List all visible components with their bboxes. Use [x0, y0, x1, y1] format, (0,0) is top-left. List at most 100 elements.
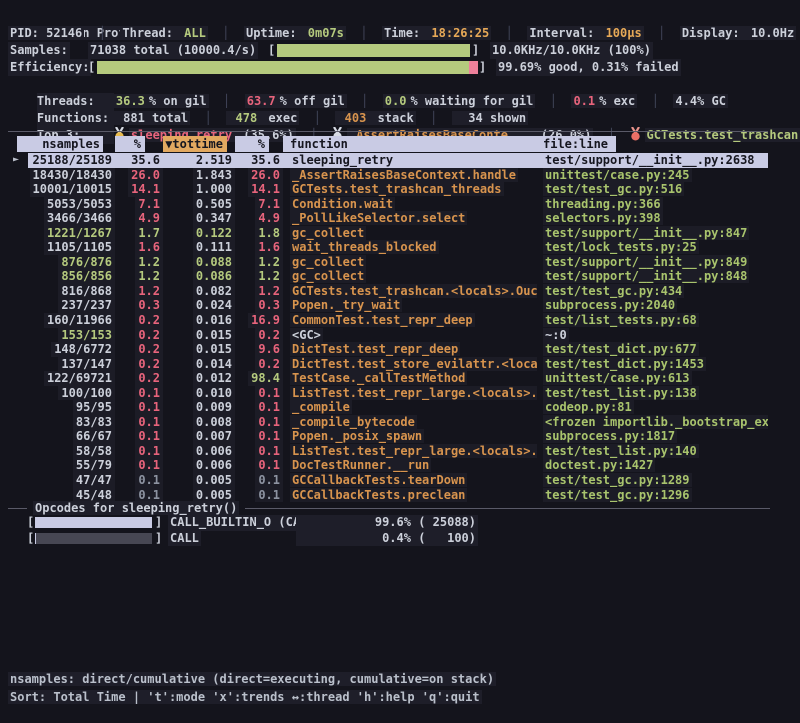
- cumulative-pct-cell-value: 16.9: [248, 313, 283, 328]
- column-header-nsamples[interactable]: nsamples: [28, 136, 115, 152]
- status-info-run: │: [491, 26, 527, 40]
- table-row[interactable]: 95/950.10.0090.1_compilecodeop.py:81: [0, 400, 768, 415]
- column-header-function[interactable]: function: [283, 136, 537, 152]
- fileline-cell-value: test/test_gc.py:1296: [543, 488, 692, 502]
- table-row[interactable]: 55/790.10.0060.1DocTestRunner.__rundocte…: [0, 458, 768, 473]
- table-row[interactable]: 816/8681.20.0821.2GCTests.test_trashcan.…: [0, 284, 768, 299]
- cumulative-pct-cell: 9.6: [235, 342, 283, 357]
- fileline-cell: test/test_gc.py:516: [537, 182, 768, 197]
- table-row[interactable]: 1221/12671.70.1221.8gc_collecttest/suppo…: [0, 226, 768, 241]
- tottime-cell: 0.016: [163, 313, 235, 328]
- table-row[interactable]: 45/480.10.0050.1GCCallbackTests.preclean…: [0, 488, 768, 503]
- status-info-run: 10.0Hz: [749, 26, 796, 40]
- table-row[interactable]: 83/830.10.0080.1_compile_bytecode<frozen…: [0, 415, 768, 430]
- table-row[interactable]: 3466/34664.90.3474.9_PollLikeSelector.se…: [0, 211, 768, 226]
- status-info-run: Time:: [382, 26, 429, 40]
- table-row[interactable]: 237/2370.30.0240.3Popen._try_waitsubproc…: [0, 298, 768, 313]
- fileline-cell-value: threading.py:366: [543, 197, 663, 211]
- function-cell-value: GCTests.test_trashcan_threads: [290, 182, 504, 196]
- opcode-bar-open-bracket: [: [27, 531, 34, 547]
- column-header-pct[interactable]: %: [235, 136, 283, 152]
- cumulative-pct-cell: 26.0: [235, 168, 283, 183]
- fileline-cell: ~:0: [537, 328, 768, 343]
- samples-rate-bar: [277, 44, 470, 57]
- direct-pct-cell: 0.2: [115, 357, 163, 372]
- cumulative-pct-cell-value: 9.6: [255, 342, 283, 357]
- row-gutter: [0, 226, 28, 241]
- direct-pct-cell: 1.6: [115, 240, 163, 255]
- opcode-bar-close-bracket: ]: [155, 531, 162, 547]
- tottime-cell: 0.006: [163, 458, 235, 473]
- cumulative-pct-cell-value: 0.1: [255, 473, 283, 488]
- column-header-pct[interactable]: %: [115, 136, 163, 152]
- cumulative-pct-cell-value: 0.1: [255, 386, 283, 401]
- table-row[interactable]: 122/697210.20.01298.4TestCase._callTestM…: [0, 371, 768, 386]
- nsamples-cell-value: 876/876: [58, 255, 115, 270]
- nsamples-cell: 55/79: [28, 458, 115, 473]
- table-row[interactable]: 100/1000.10.0100.1ListTest.test_repr_lar…: [0, 386, 768, 401]
- cumulative-pct-cell-value: 0.1: [255, 444, 283, 459]
- direct-pct-cell-value: 14.1: [128, 182, 163, 197]
- fileline-cell: test/support/__init__.py:848: [537, 269, 768, 284]
- column-label: function: [283, 136, 537, 152]
- table-row[interactable]: 856/8561.20.0861.2gc_collecttest/support…: [0, 269, 768, 284]
- function-cell: gc_collect: [283, 269, 537, 284]
- row-gutter: [0, 182, 28, 197]
- table-row[interactable]: 10001/1001514.11.00014.1GCTests.test_tra…: [0, 182, 768, 197]
- column-label: %: [235, 136, 269, 152]
- row-gutter: [0, 444, 28, 459]
- tottime-cell-value: 0.007: [193, 429, 235, 444]
- nsamples-cell-value: 1221/1267: [44, 226, 115, 241]
- status-info-run: ALL: [182, 26, 208, 40]
- nsamples-cell-value: 83/83: [73, 415, 115, 430]
- tottime-cell: 0.008: [163, 415, 235, 430]
- fileline-cell: test/support/__init__.py:2638: [537, 153, 768, 168]
- table-row[interactable]: 1105/11051.60.1111.6wait_threads_blocked…: [0, 240, 768, 255]
- nsamples-cell-value: 100/100: [58, 386, 115, 401]
- fileline-cell: codeop.py:81: [537, 400, 768, 415]
- table-row[interactable]: 160/119660.20.01616.9CommonTest.test_rep…: [0, 313, 768, 328]
- column-label: nsamples: [17, 136, 103, 152]
- samples-label: Samples:: [8, 42, 70, 59]
- table-row[interactable]: 5053/50537.10.5057.1Condition.waitthread…: [0, 197, 768, 212]
- rule-segment: [245, 508, 770, 509]
- function-cell: GCTests.test_trashcan.<locals>.Ouch...: [283, 284, 537, 299]
- fileline-cell-value: codeop.py:81: [543, 400, 634, 414]
- table-row[interactable]: ►25188/2518935.62.51935.6sleeping_retryt…: [0, 153, 768, 168]
- table-row[interactable]: 137/1470.20.0140.2DictTest.test_store_ev…: [0, 357, 768, 372]
- fileline-cell-value: test/test_list.py:140: [543, 444, 699, 458]
- fileline-cell-value: test/test_gc.py:516: [543, 182, 684, 196]
- cumulative-pct-cell-value: 1.2: [255, 284, 283, 299]
- tottime-cell-value: 0.008: [193, 415, 235, 430]
- nsamples-cell-value: 25188/25189: [30, 153, 115, 168]
- fileline-cell-value: test/support/__init__.py:847: [543, 226, 749, 240]
- column-header-tottime[interactable]: ▼tottime: [163, 136, 235, 152]
- fileline-cell: <frozen importlib._bootstrap_externa: [537, 415, 768, 430]
- table-header-row: nsamples%▼tottime% functionfile:line: [0, 136, 768, 152]
- table-row[interactable]: 876/8761.20.0881.2gc_collecttest/support…: [0, 255, 768, 270]
- direct-pct-cell-value: 26.0: [128, 168, 163, 183]
- table-row[interactable]: 66/670.10.0070.1Popen._posix_spawnsubpro…: [0, 429, 768, 444]
- tottime-cell-value: 0.088: [193, 255, 235, 270]
- nsamples-cell-value: 3466/3466: [44, 211, 115, 226]
- fileline-cell-value: unittest/case.py:613: [543, 371, 692, 385]
- table-row[interactable]: 148/67720.20.0159.6DictTest.test_repr_de…: [0, 342, 768, 357]
- cumulative-pct-cell: 0.2: [235, 328, 283, 343]
- threads-line: Threads:36.3% on gil │ 63.7% off gil │ 0…: [8, 76, 792, 93]
- tottime-cell-value: 0.086: [193, 269, 235, 284]
- footer: nsamples: direct/cumulative (direct=exec…: [8, 670, 496, 706]
- table-row[interactable]: 47/470.10.0050.1GCCallbackTests.tearDown…: [0, 473, 768, 488]
- table-row[interactable]: 58/580.10.0060.1ListTest.test_repr_large…: [0, 444, 768, 459]
- status-info-run: PID: 52146: [8, 26, 84, 40]
- column-header-file-line[interactable]: file:line: [537, 136, 768, 152]
- samples-line: Samples: 71038 total (10000.4/s) [ ] 10.…: [8, 42, 792, 59]
- fileline-cell: test/test_gc.py:1296: [537, 488, 768, 503]
- cumulative-pct-cell: 7.1: [235, 197, 283, 212]
- function-cell-value: Condition.wait: [290, 197, 395, 211]
- tottime-cell-value: 0.111: [193, 240, 235, 255]
- table-row[interactable]: 153/1530.20.0150.2<GC>~:0: [0, 328, 768, 343]
- table-row[interactable]: 18430/1843026.01.84326.0_AssertRaisesBas…: [0, 168, 768, 183]
- tottime-cell-value: 0.010: [193, 386, 235, 401]
- function-cell: Popen._posix_spawn: [283, 429, 537, 444]
- cumulative-pct-cell: 1.6: [235, 240, 283, 255]
